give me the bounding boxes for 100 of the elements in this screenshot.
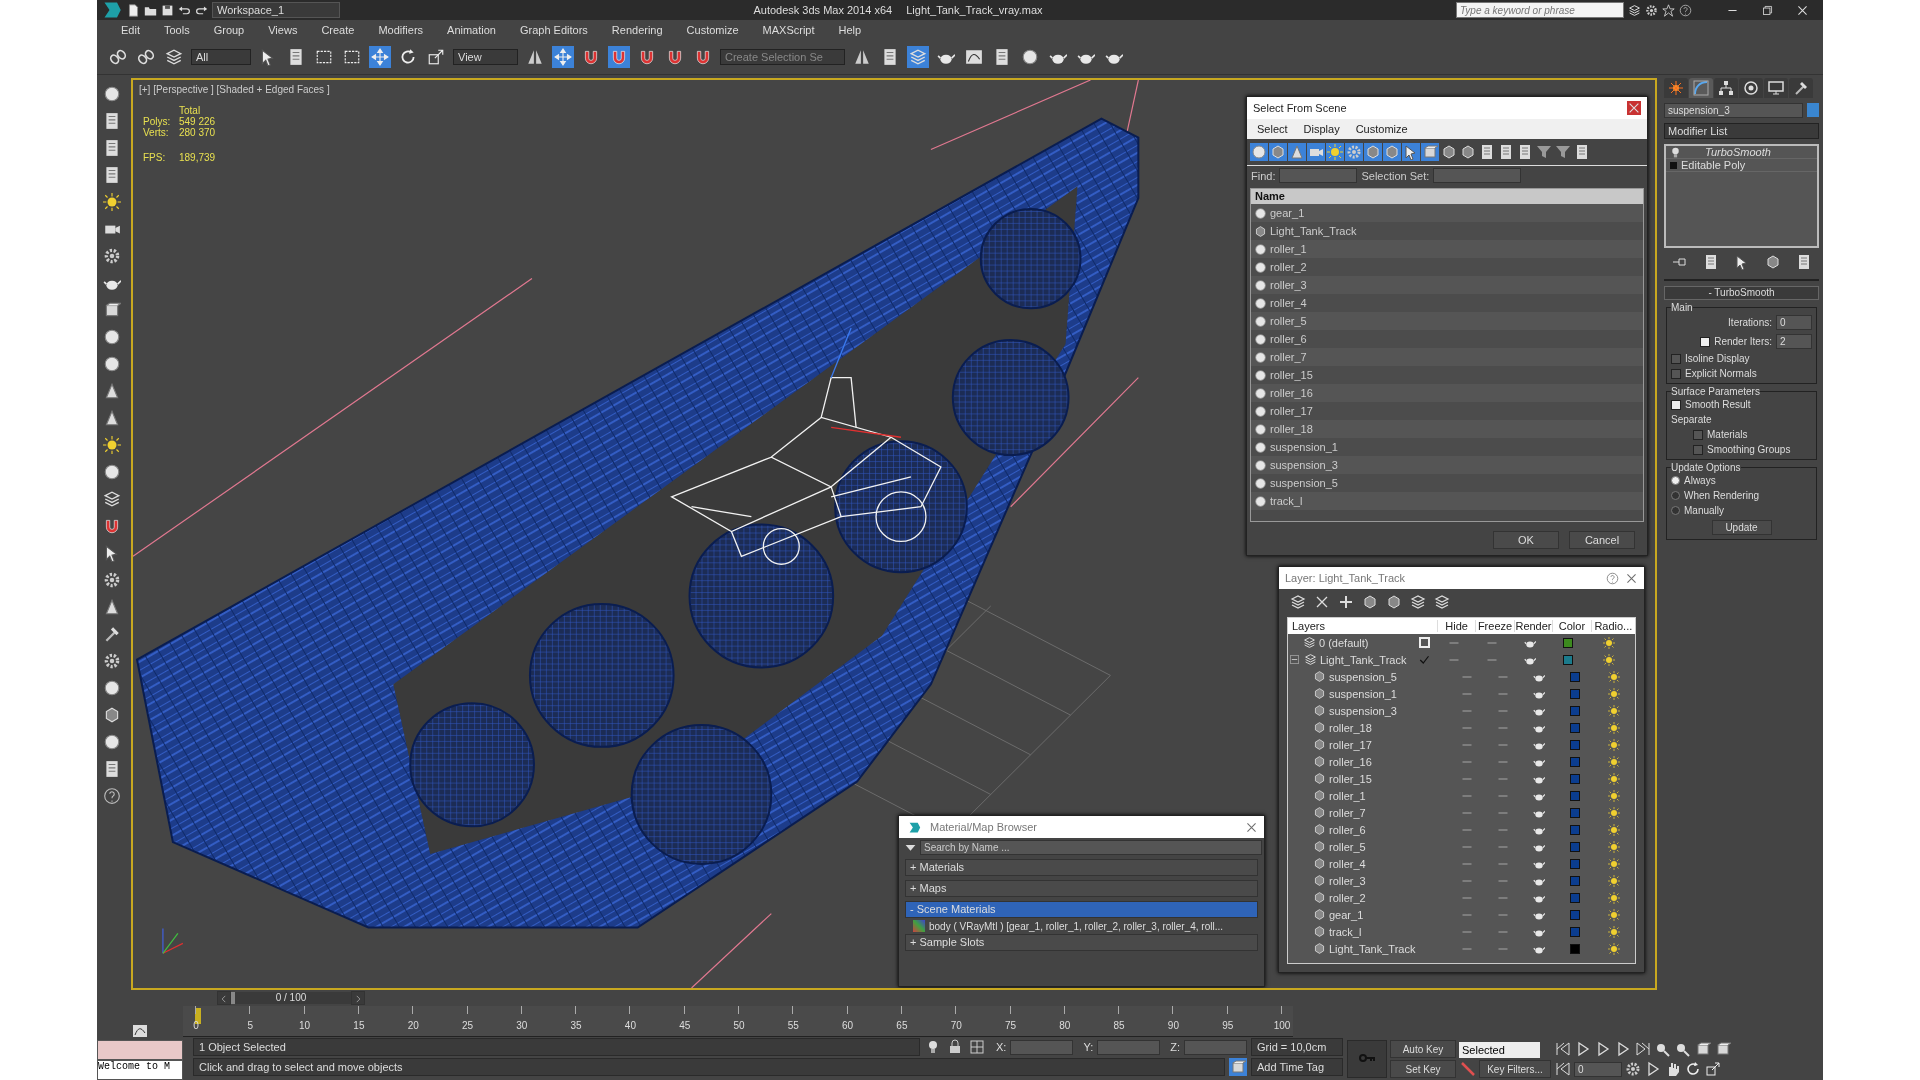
- skip-start-icon[interactable]: [1554, 1060, 1572, 1078]
- object-name[interactable]: Light_Tank_Track: [1329, 942, 1416, 955]
- layers-icon[interactable]: [1433, 593, 1451, 611]
- sun-icon[interactable]: [1608, 704, 1621, 717]
- layer-name[interactable]: Light_Tank_Track: [1320, 653, 1407, 666]
- color-swatch[interactable]: [1570, 909, 1581, 920]
- sun-icon[interactable]: [1608, 840, 1621, 853]
- object-name[interactable]: roller_7: [1270, 351, 1307, 363]
- column-header[interactable]: Render: [1513, 620, 1553, 632]
- checkbox[interactable]: [1693, 429, 1703, 440]
- object-name[interactable]: track_l: [1329, 925, 1362, 938]
- listener-text[interactable]: Welcome to M: [97, 1060, 183, 1080]
- color-swatch[interactable]: [1570, 688, 1581, 699]
- list-icon[interactable]: [103, 760, 121, 778]
- skip-start-icon[interactable]: [1554, 1040, 1572, 1058]
- cube-icon[interactable]: [1385, 593, 1403, 611]
- column-header[interactable]: Hide: [1436, 620, 1476, 632]
- key-filters-button[interactable]: Key Filters...: [1479, 1060, 1551, 1078]
- section-header[interactable]: - Scene Materials: [905, 901, 1258, 918]
- sun-icon[interactable]: [1608, 789, 1621, 802]
- curve-graph-icon[interactable]: [131, 1022, 149, 1040]
- pencil-icon[interactable]: [1459, 1060, 1477, 1078]
- expand-toggle[interactable]: [1670, 161, 1677, 169]
- sun-icon[interactable]: [1608, 670, 1621, 683]
- skip-end-icon[interactable]: [1634, 1040, 1652, 1058]
- color-swatch[interactable]: [1570, 807, 1581, 818]
- object-name[interactable]: roller_4: [1329, 857, 1366, 870]
- previous-frame-button[interactable]: [217, 991, 231, 1005]
- gear-icon[interactable]: [103, 571, 121, 589]
- stack-item[interactable]: Editable Poly: [1681, 159, 1746, 171]
- help-icon[interactable]: [103, 787, 121, 805]
- time-tag-icon[interactable]: [1229, 1058, 1247, 1076]
- sun-icon[interactable]: [1608, 806, 1621, 819]
- sphere-icon[interactable]: [103, 355, 121, 373]
- menu-item[interactable]: Modifiers: [378, 24, 424, 36]
- sun-icon[interactable]: [1608, 942, 1621, 955]
- object-name[interactable]: gear_1: [1270, 207, 1305, 219]
- object-name[interactable]: roller_1: [1270, 243, 1307, 255]
- set-key-mode-button[interactable]: Set Key: [1390, 1060, 1456, 1078]
- modifier-list-dropdown[interactable]: Modifier List: [1664, 123, 1819, 139]
- color-swatch[interactable]: [1570, 926, 1581, 937]
- column-header[interactable]: Freeze: [1475, 620, 1514, 632]
- column-header[interactable]: Layers: [1288, 620, 1416, 632]
- layers-icon[interactable]: [103, 490, 121, 508]
- menu-item[interactable]: Help: [838, 24, 862, 36]
- object-name[interactable]: suspension_1: [1270, 441, 1338, 453]
- cone-icon[interactable]: [1288, 143, 1306, 161]
- hierarchy-tab[interactable]: [1714, 78, 1738, 98]
- color-swatch[interactable]: [1570, 773, 1581, 784]
- color-swatch[interactable]: [1570, 705, 1581, 716]
- sphere-icon[interactable]: [103, 328, 121, 346]
- layer-name[interactable]: 0 (default): [1319, 636, 1369, 649]
- sun-icon[interactable]: [1608, 891, 1621, 904]
- sphere-icon[interactable]: [103, 85, 121, 103]
- menu-item[interactable]: Tools: [163, 24, 190, 36]
- time-slider-thumb[interactable]: [231, 992, 235, 1004]
- sun-icon[interactable]: [1608, 925, 1621, 938]
- menu-item[interactable]: Rendering: [611, 24, 663, 36]
- new-file-icon[interactable]: [127, 3, 140, 17]
- column-header[interactable]: Color: [1552, 620, 1591, 632]
- render-iters-spinner[interactable]: 2: [1776, 334, 1812, 349]
- magnet-icon[interactable]: [103, 517, 121, 535]
- scale-icon[interactable]: [1704, 1060, 1722, 1078]
- color-swatch[interactable]: [1563, 637, 1573, 648]
- star-icon[interactable]: [1662, 3, 1675, 17]
- color-swatch[interactable]: [1570, 892, 1581, 903]
- viewport-label[interactable]: [+] [Perspective ] [Shaded + Edged Faces ]: [139, 84, 330, 95]
- object-name[interactable]: roller_16: [1270, 387, 1313, 399]
- hammer-icon[interactable]: [103, 625, 121, 643]
- object-name[interactable]: roller_15: [1329, 772, 1372, 785]
- cube-icon[interactable]: [1361, 593, 1379, 611]
- menu-item[interactable]: Display: [1303, 123, 1340, 135]
- checkbox[interactable]: [1700, 336, 1711, 347]
- sun-icon[interactable]: [1608, 908, 1621, 921]
- named-selection-dropdown[interactable]: Create Selection Se: [720, 49, 845, 65]
- sun-icon[interactable]: [1608, 823, 1621, 836]
- checkbox[interactable]: [1671, 399, 1681, 410]
- cone-icon[interactable]: [103, 409, 121, 427]
- radio-button[interactable]: [1671, 491, 1680, 500]
- sun-icon[interactable]: [1608, 857, 1621, 870]
- funnel-icon[interactable]: [1554, 143, 1572, 161]
- menu-item[interactable]: Graph Editors: [519, 24, 588, 36]
- column-header[interactable]: Radio...: [1590, 620, 1635, 632]
- gear-icon[interactable]: [1624, 1060, 1642, 1078]
- z-coordinate-field[interactable]: [1184, 1039, 1247, 1055]
- save-icon[interactable]: [161, 3, 174, 17]
- cube-icon[interactable]: [1440, 143, 1458, 161]
- cursor-icon[interactable]: [1402, 143, 1420, 161]
- color-swatch[interactable]: [1570, 739, 1581, 750]
- dialog-button[interactable]: Cancel: [1569, 531, 1635, 549]
- bulb-icon[interactable]: [1669, 145, 1682, 159]
- sun-icon[interactable]: [1608, 772, 1621, 785]
- object-name[interactable]: roller_18: [1329, 721, 1372, 734]
- object-name[interactable]: track_l: [1270, 495, 1303, 507]
- object-name[interactable]: roller_5: [1270, 315, 1307, 327]
- radio-button[interactable]: [1671, 506, 1680, 515]
- cone-icon[interactable]: [103, 598, 121, 616]
- color-swatch[interactable]: [1570, 722, 1581, 733]
- menu-item[interactable]: Customize: [1355, 123, 1408, 135]
- crosshair-icon[interactable]: [968, 1038, 986, 1056]
